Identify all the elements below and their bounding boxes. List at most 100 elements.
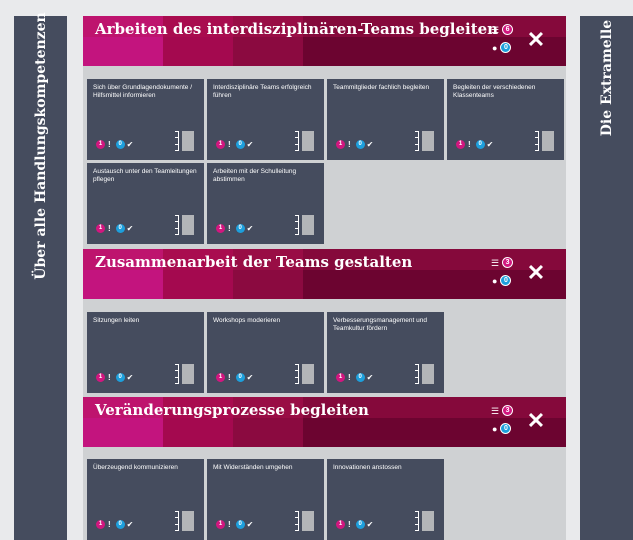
tile-label: Sitzungen leiten: [93, 317, 140, 324]
check-icon: ✔: [126, 224, 134, 233]
open-count-badge: 1: [96, 224, 105, 233]
tile-status: 1 ! 0 ✔: [336, 520, 373, 529]
task-count: ☰ 6: [491, 24, 514, 35]
check-icon: ✔: [126, 140, 134, 149]
progress-meter: [293, 131, 315, 151]
tile-label: Begleiten der verschiedenen Klassenteams: [453, 84, 536, 99]
task-count: ☰ 3: [491, 257, 514, 268]
left-sidebar-label: Über alle Handlungskompetenzen: [32, 12, 49, 280]
list-icon: ☰: [491, 257, 500, 268]
competency-tile[interactable]: Teammitglieder fachlich begleiten 1 ! 0 …: [327, 79, 444, 160]
tile-label: Austausch unter den Teamleitungen pflege…: [93, 168, 197, 183]
progress-meter: [413, 364, 435, 384]
task-count-badge: 3: [502, 257, 514, 268]
check-icon: ✔: [366, 373, 374, 382]
open-count-badge: 1: [96, 373, 105, 382]
exclamation-icon: !: [108, 520, 111, 529]
task-count-badge: 6: [502, 24, 514, 35]
section-header[interactable]: Zusammenarbeit der Teams gestalten ☰ 3 ●…: [83, 249, 566, 299]
done-count-badge: 0: [235, 140, 245, 149]
competency-tile[interactable]: Mit Widerständen umgehen 1 ! 0 ✔: [207, 459, 324, 540]
user-icon: ●: [492, 423, 498, 434]
done-count-badge: 0: [115, 140, 125, 149]
tile-status: 1 ! 0 ✔: [456, 140, 493, 149]
exclamation-icon: !: [348, 520, 351, 529]
open-count-badge: 1: [216, 373, 225, 382]
done-count-badge: 0: [355, 373, 365, 382]
member-count: ● 0: [492, 42, 512, 53]
competency-tile[interactable]: Sitzungen leiten 1 ! 0 ✔: [87, 312, 204, 393]
section-header[interactable]: Arbeiten des interdisziplinären-Teams be…: [83, 16, 566, 66]
right-sidebar-rail[interactable]: Die Extramelle: [580, 16, 633, 540]
open-count-badge: 1: [216, 520, 225, 529]
done-count-badge: 0: [115, 224, 125, 233]
check-icon: ✔: [246, 224, 254, 233]
progress-meter: [173, 511, 195, 531]
section-title: Arbeiten des interdisziplinären-Teams be…: [95, 20, 499, 38]
check-icon: ✔: [126, 373, 134, 382]
tile-label: Teammitglieder fachlich begleiten: [333, 84, 430, 91]
done-count-badge: 0: [115, 373, 125, 382]
done-count-badge: 0: [235, 224, 245, 233]
competency-tile[interactable]: Sich über Grundlagendokumente / Hilfsmit…: [87, 79, 204, 160]
check-icon: ✔: [366, 520, 374, 529]
exclamation-icon: !: [228, 140, 231, 149]
tile-status: 1 ! 0 ✔: [216, 373, 253, 382]
done-count-badge: 0: [235, 373, 245, 382]
competency-board: Arbeiten des interdisziplinären-Teams be…: [83, 16, 566, 540]
section-title: Veränderungsprozesse begleiten: [95, 401, 369, 419]
progress-meter: [293, 364, 315, 384]
right-sidebar-label: Die Extramelle: [598, 19, 615, 137]
check-icon: ✔: [126, 520, 134, 529]
exclamation-icon: !: [228, 224, 231, 233]
member-count: ● 0: [492, 423, 512, 434]
tile-label: Innovationen anstossen: [333, 464, 402, 471]
tile-status: 1 ! 0 ✔: [336, 373, 373, 382]
check-icon: ✔: [246, 140, 254, 149]
close-icon[interactable]: ✕: [526, 262, 546, 284]
progress-meter: [533, 131, 555, 151]
done-count-badge: 0: [475, 140, 485, 149]
exclamation-icon: !: [468, 140, 471, 149]
open-count-badge: 1: [336, 373, 345, 382]
done-count-badge: 0: [355, 140, 365, 149]
tile-label: Arbeiten mit der Schulleitung abstimmen: [213, 168, 297, 183]
tile-status: 1 ! 0 ✔: [96, 140, 133, 149]
exclamation-icon: !: [228, 520, 231, 529]
competency-tile[interactable]: Innovationen anstossen 1 ! 0 ✔: [327, 459, 444, 540]
close-icon[interactable]: ✕: [526, 410, 546, 432]
competency-tile[interactable]: Überzeugend kommunizieren 1 ! 0 ✔: [87, 459, 204, 540]
open-count-badge: 1: [216, 140, 225, 149]
competency-tile[interactable]: Verbesserungsmanagement und Teamkultur f…: [327, 312, 444, 393]
tile-status: 1 ! 0 ✔: [216, 224, 253, 233]
exclamation-icon: !: [348, 140, 351, 149]
section-header[interactable]: Veränderungsprozesse begleiten ☰ 3 ● 0 ✕: [83, 397, 566, 447]
exclamation-icon: !: [108, 140, 111, 149]
exclamation-icon: !: [108, 373, 111, 382]
check-icon: ✔: [366, 140, 374, 149]
competency-tile[interactable]: Begleiten der verschiedenen Klassenteams…: [447, 79, 564, 160]
left-sidebar-rail[interactable]: Über alle Handlungskompetenzen: [14, 12, 67, 540]
list-icon: ☰: [491, 405, 500, 416]
open-count-badge: 1: [336, 520, 345, 529]
progress-meter: [173, 364, 195, 384]
tile-label: Überzeugend kommunizieren: [93, 464, 178, 471]
tile-label: Verbesserungsmanagement und Teamkultur f…: [333, 317, 427, 332]
task-count-badge: 3: [502, 405, 514, 416]
task-count: ☰ 3: [491, 405, 514, 416]
tile-status: 1 ! 0 ✔: [216, 140, 253, 149]
competency-tile[interactable]: Interdisziplinäre Teams erfolgreich führ…: [207, 79, 324, 160]
member-count-badge: 0: [500, 423, 512, 434]
tile-label: Sich über Grundlagendokumente / Hilfsmit…: [93, 84, 193, 99]
tile-label: Mit Widerständen umgehen: [213, 464, 293, 471]
tile-label: Workshops moderieren: [213, 317, 281, 324]
member-count-badge: 0: [500, 275, 512, 286]
tile-status: 1 ! 0 ✔: [96, 373, 133, 382]
close-icon[interactable]: ✕: [526, 29, 546, 51]
tile-label: Interdisziplinäre Teams erfolgreich führ…: [213, 84, 312, 99]
competency-tile[interactable]: Arbeiten mit der Schulleitung abstimmen …: [207, 163, 324, 244]
competency-tile[interactable]: Austausch unter den Teamleitungen pflege…: [87, 163, 204, 244]
competency-tile[interactable]: Workshops moderieren 1 ! 0 ✔: [207, 312, 324, 393]
check-icon: ✔: [246, 373, 254, 382]
done-count-badge: 0: [235, 520, 245, 529]
